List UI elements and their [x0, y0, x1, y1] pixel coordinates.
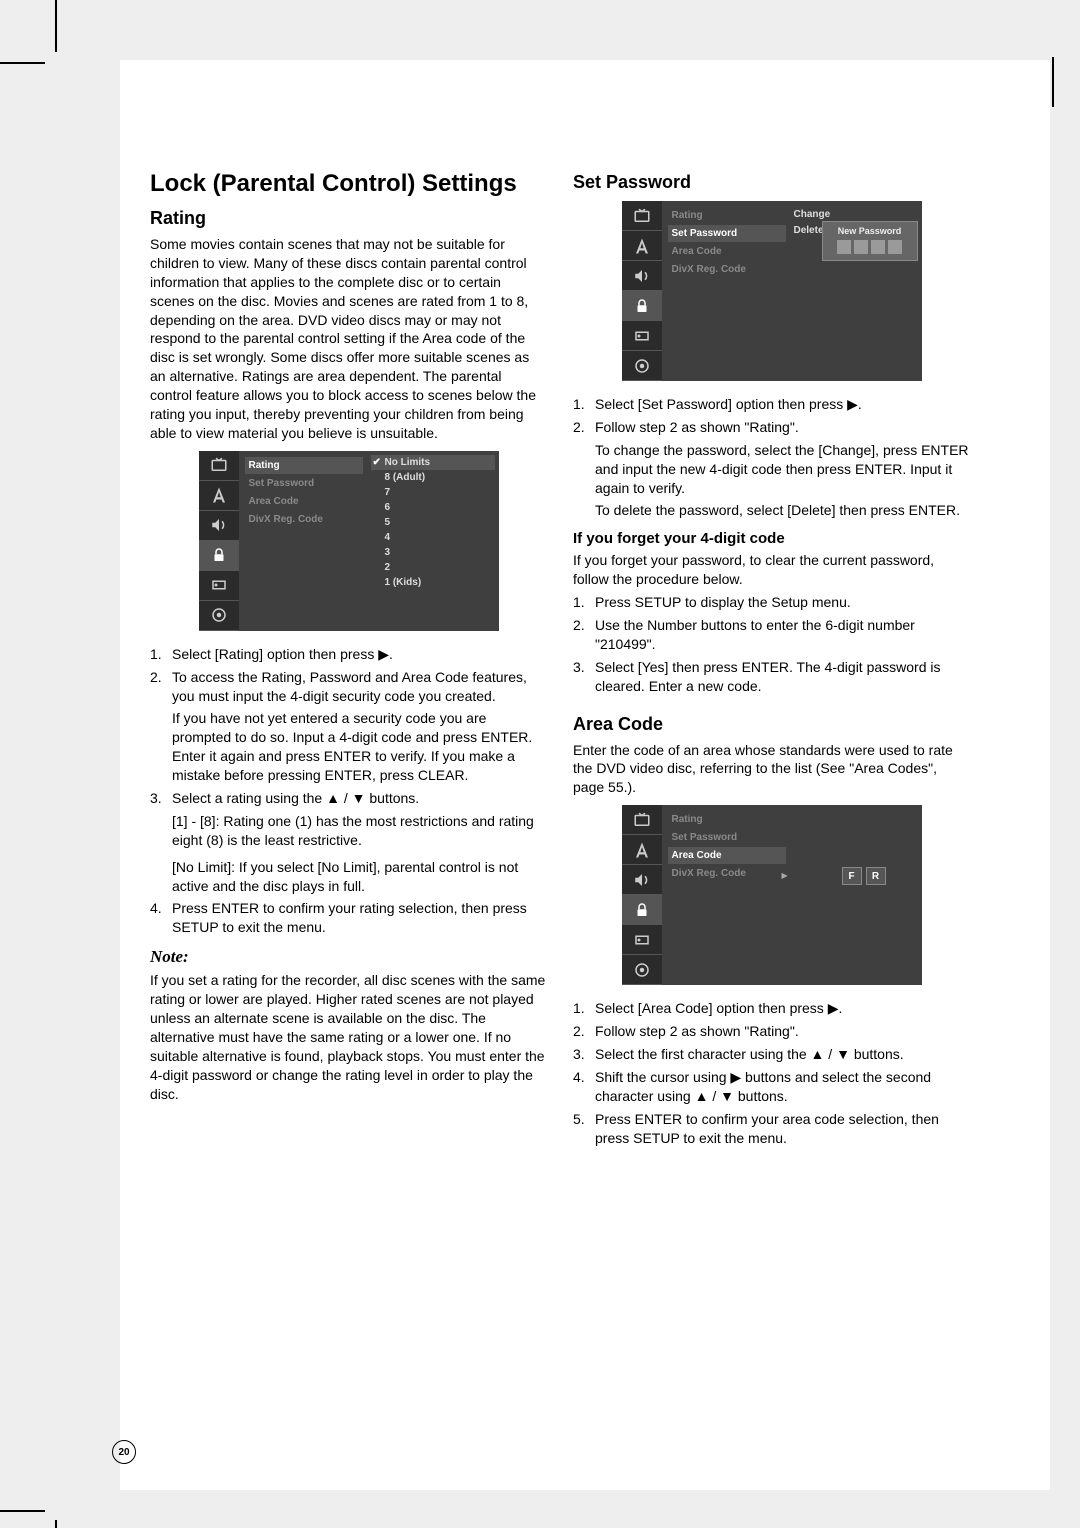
osd-menu-setpassword: Set Password — [245, 475, 363, 492]
rating-step-4: Press ENTER to confirm your rating selec… — [172, 900, 527, 935]
note-body: If you set a rating for the recorder, al… — [150, 971, 547, 1103]
osd-menu-areacode: Area Code — [668, 243, 786, 260]
osd-tab-language-icon — [199, 481, 239, 511]
area-step-4: Shift the cursor using ▶ buttons and sel… — [595, 1069, 931, 1104]
osd-menu-setpassword: Set Password — [668, 225, 786, 242]
osd-menu-divx: DivX Reg. Code — [668, 865, 786, 882]
osd-tab-tv-icon — [622, 805, 662, 835]
osd-tab-lock-icon — [199, 541, 239, 571]
osd-newpassword-popup: New Password — [822, 221, 918, 261]
osd-areacode-screenshot: Rating Set Password Area Code DivX Reg. … — [622, 805, 922, 985]
osd-value-2: 2 — [371, 560, 495, 575]
setpassword-steps: 1.Select [Set Password] option then pres… — [573, 395, 970, 437]
rating-step-2b: If you have not yet entered a security c… — [150, 709, 547, 785]
areacode-intro: Enter the code of an area whose standard… — [573, 741, 970, 798]
osd-menu-rating: Rating — [245, 457, 363, 474]
area-step-2: Follow step 2 as shown "Rating". — [595, 1023, 799, 1039]
osd-tab-audio-icon — [622, 865, 662, 895]
osd-value-5: 5 — [371, 515, 495, 530]
osd-menu-divx: DivX Reg. Code — [245, 511, 363, 528]
osd-value-8: 8 (Adult) — [371, 470, 495, 485]
forgot-step-3: Select [Yes] then press ENTER. The 4-dig… — [595, 659, 941, 694]
forgot-heading: If you forget your 4-digit code — [573, 530, 970, 547]
osd-tab-tv-icon — [199, 451, 239, 481]
osd-arrow-icon: ▶ — [782, 871, 788, 880]
page-title: Lock (Parental Control) Settings — [150, 170, 547, 198]
osd-tab-rec-icon — [199, 571, 239, 601]
right-column: Set Password Rating Set Password Area Co… — [573, 170, 970, 1151]
rating-step-3c: [No Limit]: If you select [No Limit], pa… — [150, 858, 547, 896]
rating-heading: Rating — [150, 208, 547, 229]
rating-step-3: Select a rating using the ▲ / ▼ buttons. — [172, 790, 419, 806]
area-step-3: Select the first character using the ▲ /… — [595, 1046, 904, 1062]
osd-tab-tv-icon — [622, 201, 662, 231]
forgot-step-1: Press SETUP to display the Setup menu. — [595, 594, 851, 610]
osd-menu-rating: Rating — [668, 811, 786, 828]
osd-menu-areacode: Area Code — [245, 493, 363, 510]
area-step-5: Press ENTER to confirm your area code se… — [595, 1111, 939, 1146]
setpw-step-1: Select [Set Password] option then press … — [595, 396, 862, 412]
osd-tab-disc-icon — [199, 601, 239, 631]
osd-tab-disc-icon — [622, 955, 662, 985]
osd-tab-language-icon — [622, 231, 662, 261]
setpw-step-2b: To change the password, select the [Chan… — [573, 441, 970, 498]
osd-rating-screenshot: Rating Set Password Area Code DivX Reg. … — [199, 451, 499, 631]
rating-step-2: To access the Rating, Password and Area … — [172, 669, 527, 704]
osd-value-3: 3 — [371, 545, 495, 560]
osd-tab-lock-icon — [622, 291, 662, 321]
areacode-heading: Area Code — [573, 714, 970, 735]
osd-value-4: 4 — [371, 530, 495, 545]
rating-intro: Some movies contain scenes that may not … — [150, 235, 547, 443]
osd-value-6: 6 — [371, 500, 495, 515]
osd-menu-setpassword: Set Password — [668, 829, 786, 846]
rating-step-1: Select [Rating] option then press ▶. — [172, 646, 393, 662]
osd-tab-rec-icon — [622, 321, 662, 351]
osd-setpassword-screenshot: Rating Set Password Area Code DivX Reg. … — [622, 201, 922, 381]
areacode-steps: 1.Select [Area Code] option then press ▶… — [573, 999, 970, 1147]
osd-value-7: 7 — [371, 485, 495, 500]
forgot-intro: If you forget your password, to clear th… — [573, 551, 970, 589]
osd-code-char-1: F — [842, 867, 862, 885]
setpw-step-2: Follow step 2 as shown "Rating". — [595, 419, 799, 435]
osd-tab-audio-icon — [199, 511, 239, 541]
setpw-step-2c: To delete the password, select [Delete] … — [573, 501, 970, 520]
osd-tab-rec-icon — [622, 925, 662, 955]
osd-menu-rating: Rating — [668, 207, 786, 224]
page-number: 20 — [112, 1440, 136, 1464]
osd-menu-areacode: Area Code — [668, 847, 786, 864]
osd-tab-audio-icon — [622, 261, 662, 291]
osd-newpassword-label: New Password — [827, 226, 913, 236]
manual-page: Lock (Parental Control) Settings Rating … — [120, 60, 1050, 1490]
setpassword-heading: Set Password — [573, 172, 970, 193]
left-column: Lock (Parental Control) Settings Rating … — [150, 170, 547, 1151]
area-step-1: Select [Area Code] option then press ▶. — [595, 1000, 842, 1016]
osd-tab-lock-icon — [622, 895, 662, 925]
forgot-step-2: Use the Number buttons to enter the 6-di… — [595, 617, 915, 652]
rating-step-3b: [1] - [8]: Rating one (1) has the most r… — [150, 812, 547, 850]
note-heading: Note: — [150, 947, 547, 967]
rating-steps: 1.Select [Rating] option then press ▶. 2… — [150, 645, 547, 706]
osd-tab-disc-icon — [622, 351, 662, 381]
forgot-steps: 1.Press SETUP to display the Setup menu.… — [573, 593, 970, 695]
osd-tab-language-icon — [622, 835, 662, 865]
osd-code-char-2: R — [866, 867, 886, 885]
osd-value-1: 1 (Kids) — [371, 575, 495, 590]
osd-menu-divx: DivX Reg. Code — [668, 261, 786, 278]
osd-value-nolimits: No Limits — [371, 455, 495, 470]
